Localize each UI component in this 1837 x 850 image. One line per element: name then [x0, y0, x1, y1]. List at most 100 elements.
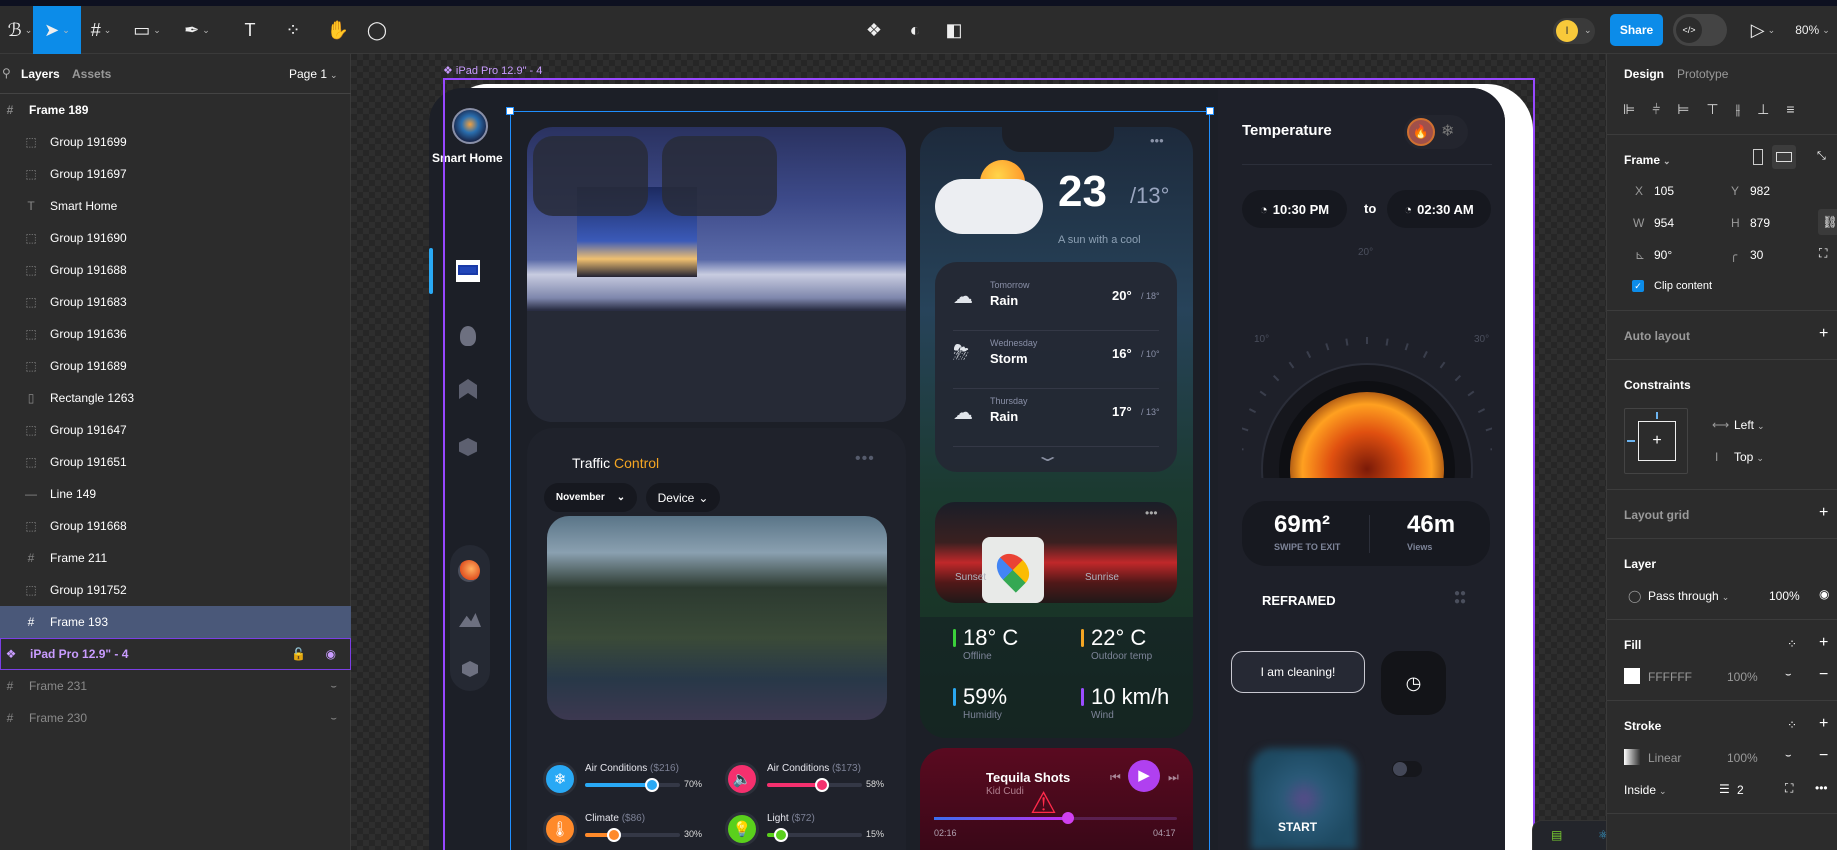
stroke-type[interactable]: Linear — [1648, 751, 1681, 765]
hand-tool-button[interactable]: ✋ — [318, 6, 358, 54]
stroke-opacity-field[interactable]: 100% — [1727, 751, 1758, 765]
layer-row[interactable]: ⬚ Group 191752 — [0, 574, 351, 606]
fill-swatch[interactable] — [1624, 668, 1640, 684]
remove-fill-icon[interactable]: − — [1819, 666, 1828, 684]
layer-row[interactable]: ⬚ Group 191697 — [0, 158, 351, 190]
resize-handle[interactable] — [1206, 107, 1214, 115]
layer-row[interactable]: # Frame 231 ⌣ — [0, 670, 351, 702]
layer-name: Group 191752 — [50, 583, 127, 597]
layer-opacity-field[interactable]: 100% — [1769, 589, 1800, 603]
avatar-menu[interactable]: I ⌄ — [1553, 18, 1595, 44]
search-icon[interactable]: ⚲ — [2, 66, 11, 80]
layer-row[interactable]: ▯ Rectangle 1263 — [0, 382, 351, 414]
canvas[interactable]: ❖ iPad Pro 12.9" - 4 Smart Home Traffic … — [351, 54, 1606, 850]
layer-row[interactable]: # Frame 193 — [0, 606, 351, 638]
rotation-icon: ⊾ — [1635, 248, 1646, 262]
styles-icon[interactable]: ⁘ — [1787, 718, 1797, 732]
align-toolbar[interactable]: ⊫⫩⊨⊤⫲⊥≡ — [1623, 101, 1812, 118]
tab-assets[interactable]: Assets — [72, 67, 111, 81]
layer-row[interactable]: T Smart Home — [0, 190, 351, 222]
text-tool-button[interactable]: T — [230, 6, 270, 54]
layer-row[interactable]: ⬚ Group 191688 — [0, 254, 351, 286]
constraint-widget[interactable]: + — [1624, 408, 1688, 474]
add-layout-grid-icon[interactable]: + — [1819, 504, 1828, 522]
x-field[interactable]: 105 — [1654, 184, 1674, 198]
layer-row[interactable]: ⬚ Group 191699 — [0, 126, 351, 158]
dev-mode-toggle[interactable]: </> — [1673, 14, 1727, 46]
styles-icon[interactable]: ⁘ — [1787, 637, 1797, 651]
fill-opacity-field[interactable]: 100% — [1727, 670, 1758, 684]
comment-tool-button[interactable]: ◯ — [357, 6, 397, 54]
move-tool-button[interactable]: ➤ ⌄ — [33, 6, 81, 54]
w-label: W — [1633, 216, 1645, 230]
layer-row[interactable]: ⬚ Group 191668 — [0, 510, 351, 542]
add-fill-icon[interactable]: + — [1819, 634, 1828, 652]
landscape-button[interactable] — [1772, 145, 1796, 169]
pen-tool-button[interactable]: ✒ ⌄ — [177, 6, 217, 54]
resources-tool-button[interactable]: ⁘ — [273, 6, 313, 54]
portrait-icon[interactable] — [1753, 149, 1763, 165]
hidden-eye-icon[interactable]: ⌣ — [330, 681, 337, 692]
mask-button[interactable]: ◐ — [898, 6, 932, 54]
remove-stroke-icon[interactable]: − — [1819, 747, 1828, 765]
frame-label[interactable]: ❖ iPad Pro 12.9" - 4 — [443, 64, 542, 77]
layer-row[interactable]: ⬚ Group 191651 — [0, 446, 351, 478]
layer-row[interactable]: ⬚ Group 191636 — [0, 318, 351, 350]
tab-prototype[interactable]: Prototype — [1677, 67, 1728, 81]
tab-layers[interactable]: Layers — [21, 67, 60, 81]
hide-fill-icon[interactable]: ⌣ — [1785, 669, 1792, 680]
horizontal-constraint-dropdown[interactable]: Left ⌄ — [1734, 418, 1765, 432]
y-field[interactable]: 982 — [1750, 184, 1770, 198]
layer-name: Frame 211 — [50, 551, 108, 565]
present-button[interactable]: ▷ ⌄ — [1748, 6, 1778, 54]
app-icon[interactable]: ▤ — [1551, 828, 1562, 842]
corner-radius-field[interactable]: 30 — [1750, 248, 1763, 262]
eye-icon[interactable]: ◉ — [326, 647, 336, 661]
constrain-proportions-icon[interactable]: ⛓ — [1818, 209, 1837, 235]
frame-section-title[interactable]: Frame ⌄ — [1624, 153, 1671, 167]
layer-row[interactable]: — Line 149 — [0, 478, 351, 510]
resize-handle[interactable] — [506, 107, 514, 115]
independent-corners-icon[interactable]: ⛶ — [1819, 246, 1827, 261]
share-button[interactable]: Share — [1610, 14, 1663, 46]
layer-name: Group 191699 — [50, 135, 127, 149]
rotation-field[interactable]: 90° — [1654, 248, 1672, 262]
eye-icon[interactable]: ◉ — [1819, 587, 1829, 601]
add-stroke-icon[interactable]: + — [1819, 715, 1828, 733]
layer-row[interactable]: ⬚ Group 191690 — [0, 222, 351, 254]
unlock-icon[interactable]: 🔓 — [291, 647, 306, 661]
app-icon[interactable]: ⚛ — [1598, 828, 1606, 842]
vertical-constraint-icon: I — [1715, 450, 1719, 464]
layer-row[interactable]: ⬚ Group 191689 — [0, 350, 351, 382]
layer-row[interactable]: # Frame 189 — [0, 94, 351, 126]
group-icon: ⬚ — [25, 231, 37, 245]
fill-hex-field[interactable]: FFFFFF — [1648, 670, 1692, 684]
hide-stroke-icon[interactable]: ⌣ — [1785, 750, 1792, 761]
clip-content-checkbox[interactable]: ✓ — [1632, 280, 1644, 292]
stroke-position-dropdown[interactable]: Inside ⌄ — [1624, 783, 1667, 797]
rectangle-tool-button[interactable]: ▭ ⌄ — [127, 6, 167, 54]
tab-design[interactable]: Design — [1624, 67, 1664, 81]
height-field[interactable]: 879 — [1750, 216, 1770, 230]
resize-to-fit-icon[interactable]: ⤡ — [1817, 150, 1826, 163]
frame-icon: # — [27, 551, 35, 565]
page-selector[interactable]: Page 1 ⌄ — [289, 67, 338, 81]
layer-row[interactable]: ❖ iPad Pro 12.9" - 4 🔓 ◉ — [0, 638, 351, 670]
stroke-weight-field[interactable]: 2 — [1737, 783, 1744, 797]
vertical-constraint-dropdown[interactable]: Top ⌄ — [1734, 450, 1764, 464]
zoom-dropdown[interactable]: 80% ⌄ — [1790, 6, 1835, 54]
add-auto-layout-icon[interactable]: + — [1819, 325, 1828, 343]
stroke-swatch[interactable] — [1624, 749, 1640, 765]
layer-row[interactable]: # Frame 230 ⌣ — [0, 702, 351, 734]
layer-row[interactable]: # Frame 211 — [0, 542, 351, 574]
component-button[interactable]: ❖ — [857, 6, 891, 54]
boolean-button[interactable]: ◧ — [937, 6, 971, 54]
more-stroke-options-icon[interactable]: ••• — [1815, 781, 1828, 795]
width-field[interactable]: 954 — [1654, 216, 1674, 230]
blend-mode-dropdown[interactable]: Pass through ⌄ — [1648, 589, 1729, 603]
layer-row[interactable]: ⬚ Group 191683 — [0, 286, 351, 318]
layer-row[interactable]: ⬚ Group 191647 — [0, 414, 351, 446]
hidden-eye-icon[interactable]: ⌣ — [330, 713, 337, 724]
frame-tool-button[interactable]: # ⌄ — [81, 6, 121, 54]
individual-strokes-icon[interactable]: ⛶ — [1785, 781, 1793, 796]
